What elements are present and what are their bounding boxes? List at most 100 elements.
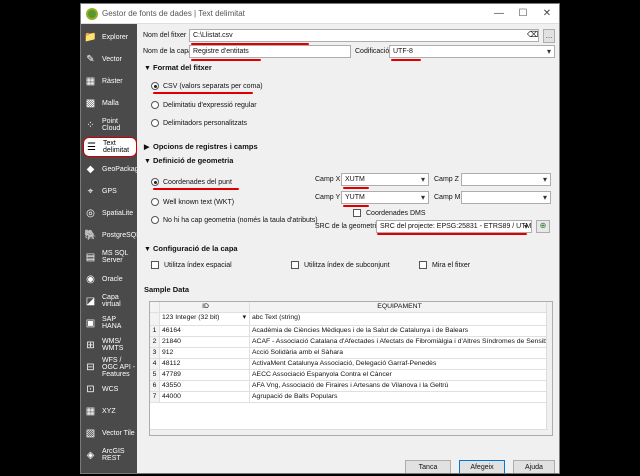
subset-index-checkbox[interactable]: Utilitza índex de subconjunt bbox=[291, 261, 390, 269]
expand-arrow-icon: ▼ bbox=[144, 246, 151, 253]
file-format-section-header[interactable]: ▼ Format del fitxer bbox=[144, 63, 212, 72]
column-header-equipament[interactable]: EQUIPAMENT bbox=[250, 302, 548, 313]
sidebar-item-wms[interactable]: ⊞ WMS/ WMTS bbox=[83, 335, 137, 355]
format-option-custom[interactable]: Delimitadors personalitzats bbox=[151, 119, 247, 127]
annotation-underline-csv bbox=[153, 92, 253, 94]
close-window-button[interactable]: ✕ bbox=[535, 8, 559, 19]
sidebar-item-vector-tile[interactable]: ▧ Vector Tile bbox=[83, 423, 137, 443]
layer-name-label: Nom de la capa bbox=[143, 48, 193, 55]
gps-icon: ⌖ bbox=[87, 185, 94, 197]
table-row[interactable]: 1 46164 Acadèmia de Ciències Mèdiques i de… bbox=[150, 326, 548, 337]
minimize-button[interactable]: — bbox=[487, 8, 511, 19]
checkbox-icon[interactable] bbox=[291, 261, 299, 269]
checkbox-icon[interactable] bbox=[419, 261, 427, 269]
layer-settings-section-header[interactable]: ▼ Configuració de la capa bbox=[144, 244, 238, 253]
sidebar-item-virtual-layer[interactable]: ◪ Capa virtual bbox=[83, 291, 137, 311]
table-row[interactable]: 7 44000 Agrupació de Balls Populars bbox=[150, 392, 548, 403]
column-header-id[interactable]: ID bbox=[160, 302, 250, 313]
id-cell: 46164 bbox=[160, 326, 250, 337]
sidebar-item-oracle[interactable]: ◉ Oracle bbox=[83, 269, 137, 289]
virtual-layer-icon: ◪ bbox=[85, 295, 96, 307]
type-row: 123 Integer (32 bit) ▾ abc Text (string) bbox=[150, 313, 548, 326]
crs-selector-globe-icon[interactable]: ⊕ bbox=[536, 220, 550, 233]
oracle-icon: ◉ bbox=[86, 273, 95, 285]
sidebar-item-mssql[interactable]: ▤ MS SQL Server bbox=[83, 247, 137, 267]
sidebar-item-label: Ràster bbox=[102, 77, 123, 85]
sidebar-item-label: XYZ bbox=[102, 407, 116, 415]
horizontal-scrollbar[interactable] bbox=[150, 429, 548, 435]
table-row[interactable]: 2 21840 ACAF - Associació Catalana d'Afect… bbox=[150, 337, 548, 348]
sidebar-item-wfs[interactable]: ⊟ WFS / OGC API - Features bbox=[83, 357, 137, 378]
sidebar-item-sap-hana[interactable]: ▣ SAP HANA bbox=[83, 313, 137, 333]
type-select-equipament[interactable]: abc Text (string) bbox=[250, 313, 548, 326]
radio-icon[interactable] bbox=[151, 198, 159, 206]
x-field-select[interactable]: XUTM bbox=[341, 173, 429, 186]
sidebar-item-raster[interactable]: ▦ Ràster bbox=[83, 71, 137, 91]
sidebar-item-spatialite[interactable]: ◎ SpatiaLite bbox=[83, 203, 137, 223]
equipament-cell: ActivaMent Catalunya Associació, Delegac… bbox=[250, 359, 548, 370]
table-row[interactable]: 4 48112 ActivaMent Catalunya Associació, D… bbox=[150, 359, 548, 370]
sidebar-item-mesh[interactable]: ▩ Malla bbox=[83, 93, 137, 113]
z-field-select[interactable] bbox=[461, 173, 551, 186]
sidebar-item-label: Malla bbox=[102, 99, 119, 107]
m-field-select[interactable] bbox=[461, 191, 551, 204]
help-button[interactable]: Ajuda bbox=[513, 460, 555, 473]
sidebar-item-geopackage[interactable]: ◆ GeoPackage bbox=[83, 159, 137, 179]
radio-icon[interactable] bbox=[151, 101, 159, 109]
geometry-option-wkt[interactable]: Well known text (WKT) bbox=[151, 198, 234, 206]
id-cell: 43550 bbox=[160, 381, 250, 392]
table-row[interactable]: 5 47789 AECC Associació Espanyola Contra e… bbox=[150, 370, 548, 381]
equipament-cell: Acadèmia de Ciències Mèdiques i de la Sa… bbox=[250, 326, 548, 337]
corner-cell bbox=[150, 302, 160, 313]
checkbox-icon[interactable] bbox=[353, 209, 361, 217]
vertical-scrollbar[interactable] bbox=[546, 302, 552, 435]
dms-checkbox[interactable]: Coordenades DMS bbox=[353, 209, 426, 217]
data-source-manager-window: Gestor de fonts de dades | Text delimita… bbox=[80, 3, 560, 474]
sample-data-table[interactable]: ID EQUIPAMENT 123 Integer (32 bit) ▾ abc … bbox=[149, 301, 553, 436]
format-option-csv[interactable]: CSV (valors separats per coma) bbox=[151, 82, 263, 90]
sidebar-item-vector[interactable]: ✎ Vector bbox=[83, 49, 137, 69]
radio-selected-icon[interactable] bbox=[151, 82, 159, 90]
geometry-option-point[interactable]: Coordenades del punt bbox=[151, 178, 232, 186]
record-options-section-header[interactable]: ▶ Opcions de registres i camps bbox=[144, 142, 258, 151]
maximize-button[interactable]: ☐ bbox=[511, 8, 535, 19]
layer-name-input[interactable]: Registre d'entitats bbox=[189, 45, 351, 58]
browse-file-button[interactable]: … bbox=[543, 29, 555, 43]
type-select-id[interactable]: 123 Integer (32 bit) ▾ bbox=[160, 313, 250, 326]
watch-file-checkbox[interactable]: Mira el fitxer bbox=[419, 261, 470, 269]
sidebar-item-arcgis-rest[interactable]: ◈ ArcGIS REST bbox=[83, 445, 137, 465]
id-cell: 21840 bbox=[160, 337, 250, 348]
geometry-option-none[interactable]: No hi ha cap geometria (només la taula d… bbox=[151, 216, 318, 224]
sidebar-item-point-cloud[interactable]: ⁘ Point Cloud bbox=[83, 115, 137, 135]
checkbox-icon[interactable] bbox=[151, 261, 159, 269]
row-number-cell: 6 bbox=[150, 381, 160, 392]
sidebar-item-xyz[interactable]: ▦ XYZ bbox=[83, 401, 137, 421]
sidebar-item-folder[interactable]: 📁 Explorer bbox=[83, 27, 137, 47]
file-name-input[interactable]: C:\Llistat.csv bbox=[189, 29, 539, 42]
radio-selected-icon[interactable] bbox=[151, 178, 159, 186]
geopackage-icon: ◆ bbox=[86, 163, 95, 175]
clear-file-icon[interactable]: ⌫ bbox=[527, 30, 538, 39]
encoding-label: Codificació bbox=[355, 48, 390, 55]
sidebar-item-label: ArcGIS REST bbox=[102, 448, 125, 462]
radio-icon[interactable] bbox=[151, 216, 159, 224]
format-option-regex[interactable]: Delimitatiu d'expressió regular bbox=[151, 101, 257, 109]
spatial-index-checkbox[interactable]: Utilitza índex espacial bbox=[151, 261, 232, 269]
table-row[interactable]: 6 43550 AFA Vng, Associació de Firaires i … bbox=[150, 381, 548, 392]
add-button[interactable]: Afegeix bbox=[459, 460, 505, 473]
expand-arrow-icon: ▼ bbox=[144, 158, 151, 165]
sidebar-item-label: Capa virtual bbox=[102, 294, 121, 308]
encoding-select[interactable]: UTF-8 bbox=[389, 45, 555, 58]
close-button[interactable]: Tanca bbox=[405, 460, 451, 473]
sidebar-item-gps[interactable]: ⌖ GPS bbox=[83, 181, 137, 201]
geometry-section-header[interactable]: ▼ Definició de geometria bbox=[144, 156, 233, 165]
sidebar-item-postgresql[interactable]: 🐘 PostgreSQL bbox=[83, 225, 137, 245]
radio-icon[interactable] bbox=[151, 119, 159, 127]
crs-select[interactable]: SRC del projecte: EPSG:25831 - ETRS89 / … bbox=[376, 220, 532, 233]
vector-icon: ✎ bbox=[86, 53, 95, 65]
sidebar-item-delimited-text[interactable]: ☰ Text delimitat bbox=[83, 137, 137, 157]
provider-sidebar: 📁 Explorer ✎ Vector ▦ Ràster ▩ Malla ⁘ Point Clou… bbox=[81, 24, 137, 473]
table-row[interactable]: 3 912 Acció Solidària amb el Sàhara bbox=[150, 348, 548, 359]
sidebar-item-wcs[interactable]: ⊡ WCS bbox=[83, 379, 137, 399]
y-field-select[interactable]: YUTM bbox=[341, 191, 429, 204]
